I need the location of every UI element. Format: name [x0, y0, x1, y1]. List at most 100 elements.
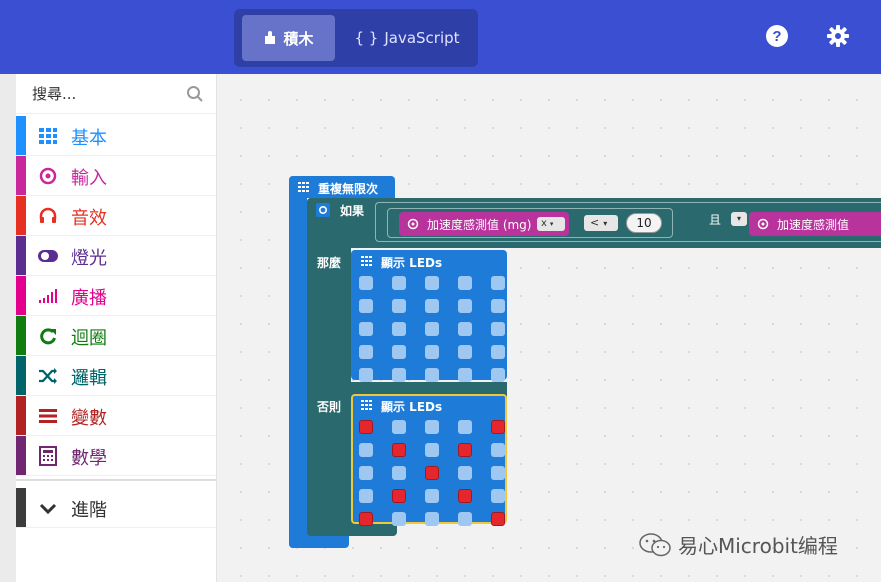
compare-value-input[interactable]: 10 — [626, 213, 662, 233]
toggle-icon — [38, 250, 58, 262]
led-cell[interactable] — [359, 299, 373, 313]
category-label: 進階 — [71, 500, 107, 521]
led-cell[interactable] — [359, 345, 373, 359]
led-cell[interactable] — [458, 345, 472, 359]
led-cell[interactable] — [458, 322, 472, 336]
editor-toggle: 積木 { } JavaScript — [234, 9, 478, 67]
category-music[interactable]: 音效 — [16, 196, 216, 236]
led-cell[interactable] — [425, 345, 439, 359]
signal-icon — [39, 289, 57, 303]
puzzle-icon — [265, 31, 276, 44]
headphones-icon — [39, 207, 57, 223]
category-loops[interactable]: 迴圈 — [16, 316, 216, 356]
led-cell[interactable] — [425, 368, 439, 382]
if-label: 如果 — [340, 204, 365, 218]
help-icon[interactable]: ? — [765, 24, 789, 48]
led-cell[interactable] — [458, 276, 472, 290]
led-cell[interactable] — [392, 322, 406, 336]
led-cell[interactable] — [458, 489, 472, 503]
category-math[interactable]: 數學 — [16, 436, 216, 476]
led-cell[interactable] — [491, 512, 505, 526]
blocks-workspace[interactable]: 重複無限次 如果 那麼 否則 且 ▾ < ▾ 10 加速度感測值 (mg) x … — [217, 74, 881, 582]
category-label: 燈光 — [71, 248, 107, 269]
led-cell[interactable] — [425, 322, 439, 336]
category-input[interactable]: 輸入 — [16, 156, 216, 196]
show-leds-block-then[interactable]: 顯示 LEDs — [351, 250, 507, 382]
category-radio[interactable]: 廣播 — [16, 276, 216, 316]
led-cell[interactable] — [425, 466, 439, 480]
acceleration-block[interactable]: 加速度感測值 (mg) x ▾ — [399, 212, 569, 236]
search-input[interactable]: 搜尋... — [16, 74, 216, 114]
led-cell[interactable] — [458, 443, 472, 457]
app-window: 積木 { } JavaScript ? 搜尋... 基本 輸入 音效 燈光 廣播… — [0, 0, 881, 582]
category-label: 數學 — [71, 448, 107, 469]
led-cell[interactable] — [359, 512, 373, 526]
show-leds-block-else[interactable]: 顯示 LEDs — [351, 394, 507, 526]
category-variables[interactable]: 變數 — [16, 396, 216, 436]
led-cell[interactable] — [458, 299, 472, 313]
gear-icon[interactable] — [826, 24, 850, 48]
category-logic[interactable]: 邏輯 — [16, 356, 216, 396]
led-cell[interactable] — [392, 466, 406, 480]
led-cell[interactable] — [425, 489, 439, 503]
led-cell[interactable] — [491, 276, 505, 290]
led-cell[interactable] — [359, 322, 373, 336]
tab-blocks-label: 積木 — [283, 29, 314, 48]
led-cell[interactable] — [359, 466, 373, 480]
led-cell[interactable] — [491, 489, 505, 503]
category-color-bar — [16, 196, 26, 235]
tab-blocks[interactable]: 積木 — [242, 15, 335, 61]
led-cell[interactable] — [392, 489, 406, 503]
led-cell[interactable] — [458, 420, 472, 434]
led-cell[interactable] — [491, 299, 505, 313]
led-cell[interactable] — [425, 443, 439, 457]
axis-dropdown[interactable]: x ▾ — [537, 217, 565, 231]
led-cell[interactable] — [491, 420, 505, 434]
compare-operator[interactable]: < ▾ — [584, 215, 618, 231]
category-label: 廣播 — [71, 288, 107, 309]
led-cell[interactable] — [392, 345, 406, 359]
led-cell[interactable] — [425, 299, 439, 313]
led-cell[interactable] — [458, 512, 472, 526]
led-cell[interactable] — [425, 420, 439, 434]
show-leds-label: 顯示 LEDs — [381, 400, 443, 414]
show-leds-label: 顯示 LEDs — [381, 256, 443, 270]
led-cell[interactable] — [491, 345, 505, 359]
led-cell[interactable] — [392, 276, 406, 290]
watermark: 易心Microbit编程 — [638, 530, 838, 559]
category-color-bar — [16, 236, 26, 275]
category-led[interactable]: 燈光 — [16, 236, 216, 276]
category-advanced[interactable]: 進階 — [16, 488, 216, 528]
led-cell[interactable] — [425, 512, 439, 526]
led-cell[interactable] — [458, 368, 472, 382]
led-cell[interactable] — [458, 466, 472, 480]
led-cell[interactable] — [392, 368, 406, 382]
search-placeholder: 搜尋... — [32, 85, 77, 103]
acceleration-block[interactable]: 加速度感測值 — [749, 212, 881, 236]
led-cell[interactable] — [359, 276, 373, 290]
gear-icon[interactable] — [316, 203, 330, 217]
led-cell[interactable] — [425, 276, 439, 290]
led-cell[interactable] — [491, 368, 505, 382]
tab-javascript[interactable]: { } JavaScript — [342, 15, 472, 61]
shuffle-icon — [39, 368, 57, 384]
led-cell[interactable] — [491, 466, 505, 480]
category-label: 基本 — [71, 128, 107, 149]
led-cell[interactable] — [392, 443, 406, 457]
category-basic[interactable]: 基本 — [16, 116, 216, 156]
category-color-bar — [16, 116, 26, 155]
led-cell[interactable] — [392, 299, 406, 313]
led-cell[interactable] — [359, 420, 373, 434]
led-cell[interactable] — [491, 322, 505, 336]
search-icon[interactable] — [186, 85, 204, 103]
led-cell[interactable] — [359, 368, 373, 382]
led-cell[interactable] — [359, 489, 373, 503]
led-cell[interactable] — [392, 512, 406, 526]
axis-value: x — [541, 218, 547, 229]
if-side — [307, 198, 351, 536]
acceleration-label: 加速度感測值 — [777, 218, 850, 232]
and-dropdown[interactable]: ▾ — [731, 212, 747, 226]
led-cell[interactable] — [359, 443, 373, 457]
led-cell[interactable] — [491, 443, 505, 457]
led-cell[interactable] — [392, 420, 406, 434]
